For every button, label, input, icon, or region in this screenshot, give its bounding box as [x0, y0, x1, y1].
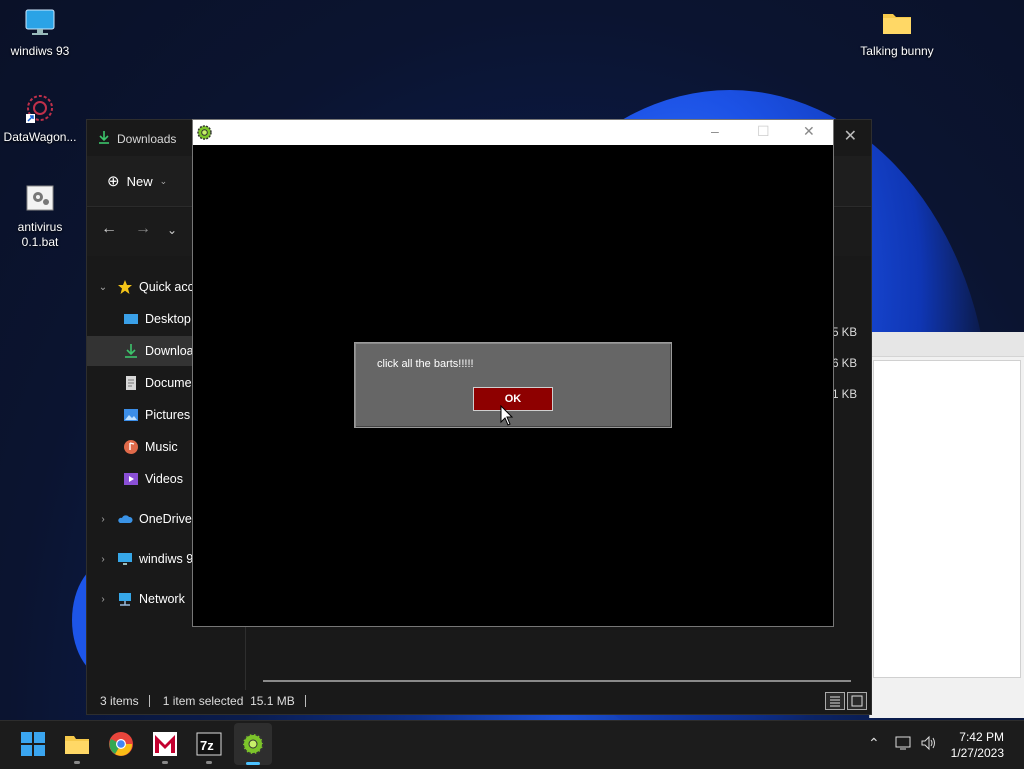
status-separator: [304, 695, 306, 707]
explorer-title-text: Downloads: [117, 131, 177, 146]
close-icon[interactable]: ✕: [844, 126, 857, 146]
desktop-icon-windiws93[interactable]: windiws 93: [0, 8, 80, 59]
status-bar: 3 items 1 item selected 15.1 MB: [87, 688, 871, 714]
clock-date: 1/27/2023: [950, 746, 1004, 760]
maximize-icon[interactable]: ☐: [757, 123, 770, 140]
chevron-up-icon[interactable]: ⌃: [868, 735, 880, 752]
file-size: 5 KB: [832, 327, 857, 339]
taskbar: 7z ⌃ 7:42 PM 1/27/2023: [0, 720, 1024, 769]
sidebar-item-label: Videos: [145, 472, 183, 486]
network-status-icon[interactable]: [895, 735, 913, 754]
sidebar-item-label: OneDrive: [139, 512, 192, 526]
sidebar-item-label: Desktop: [145, 312, 191, 326]
download-icon: [97, 130, 111, 147]
mouse-cursor-icon: [500, 404, 514, 430]
monitor-icon: [24, 8, 56, 38]
new-button[interactable]: ⊕ New ⌄: [107, 172, 167, 190]
music-icon: [123, 439, 139, 455]
sidebar-item-label: Music: [145, 440, 178, 454]
tiles-view-icon[interactable]: [847, 692, 867, 710]
forward-arrow-icon[interactable]: →: [135, 220, 151, 238]
batch-file-icon: [24, 184, 56, 214]
desktop-folder-icon: [123, 311, 139, 327]
running-indicator: [74, 761, 80, 764]
status-separator: [148, 695, 150, 707]
running-indicator: [206, 761, 212, 764]
chrome-icon[interactable]: [108, 731, 134, 757]
network-icon: [117, 591, 133, 607]
system-clock[interactable]: 7:42 PM 1/27/2023: [951, 729, 1004, 761]
running-indicator: [162, 761, 168, 764]
folder-icon: [881, 8, 913, 38]
gear-app-icon: [196, 124, 213, 144]
recent-chevron-icon[interactable]: ⌄: [167, 223, 177, 237]
chevron-down-icon: ⌄: [159, 175, 168, 186]
sidebar-item-label: Pictures: [145, 408, 191, 422]
status-selection: 1 item selected 15.1 MB: [162, 694, 295, 708]
cloud-icon: [117, 511, 133, 527]
minimize-icon[interactable]: –: [711, 123, 719, 139]
chevron-right-icon: ›: [101, 593, 105, 605]
chevron-right-icon: ›: [101, 553, 105, 565]
documents-icon: [123, 375, 139, 391]
chevron-right-icon: ›: [101, 513, 105, 525]
dialog-message: click all the barts!!!!!: [377, 358, 474, 370]
background-window-content: [873, 360, 1021, 678]
details-view-icon[interactable]: [825, 692, 845, 710]
desktop-icon-label: Talking bunny: [860, 44, 934, 58]
active-indicator: [246, 762, 260, 765]
desktop-icon-label: DataWagon...: [3, 130, 77, 144]
file-explorer-icon[interactable]: [64, 731, 90, 757]
videos-icon: [123, 471, 139, 487]
desktop-icon-label: antivirus 0.1.bat: [17, 220, 63, 249]
start-icon[interactable]: [20, 731, 46, 757]
desktop-icon-datawagon[interactable]: DataWagon...: [0, 94, 80, 145]
mcafee-icon[interactable]: [152, 731, 178, 757]
background-window-titlebar: [870, 332, 1024, 357]
datawagon-icon: [24, 94, 56, 124]
7zip-icon[interactable]: 7z: [196, 731, 222, 757]
sidebar-item-label: windiws 93: [139, 552, 201, 566]
close-icon[interactable]: ✕: [803, 123, 815, 140]
plus-circle-icon: ⊕: [107, 173, 120, 190]
download-icon: [123, 343, 139, 359]
star-icon: [117, 279, 133, 295]
background-window: [869, 332, 1024, 718]
svg-text:7z: 7z: [200, 738, 214, 753]
pictures-icon: [123, 407, 139, 423]
file-size: 6 KB: [832, 358, 857, 370]
chevron-down-icon: ⌄: [98, 281, 108, 293]
sidebar-item-label: Network: [139, 592, 185, 606]
new-button-label: New: [126, 173, 153, 189]
horizontal-scrollbar[interactable]: [263, 680, 851, 682]
monitor-icon: [117, 551, 133, 567]
back-arrow-icon[interactable]: ←: [101, 220, 117, 238]
explorer-title: Downloads: [97, 130, 176, 147]
clock-time: 7:42 PM: [959, 730, 1004, 744]
game-titlebar: – ☐ ✕: [193, 120, 833, 145]
file-size: 1 KB: [832, 389, 857, 401]
volume-icon[interactable]: [920, 735, 938, 754]
desktop-icon-antivirus[interactable]: antivirus 0.1.bat: [0, 184, 80, 250]
status-item-count: 3 items: [100, 694, 139, 708]
desktop-icon-label: windiws 93: [10, 44, 70, 58]
desktop-icon-talking-bunny[interactable]: Talking bunny: [857, 8, 937, 59]
game-icon[interactable]: [240, 731, 266, 757]
